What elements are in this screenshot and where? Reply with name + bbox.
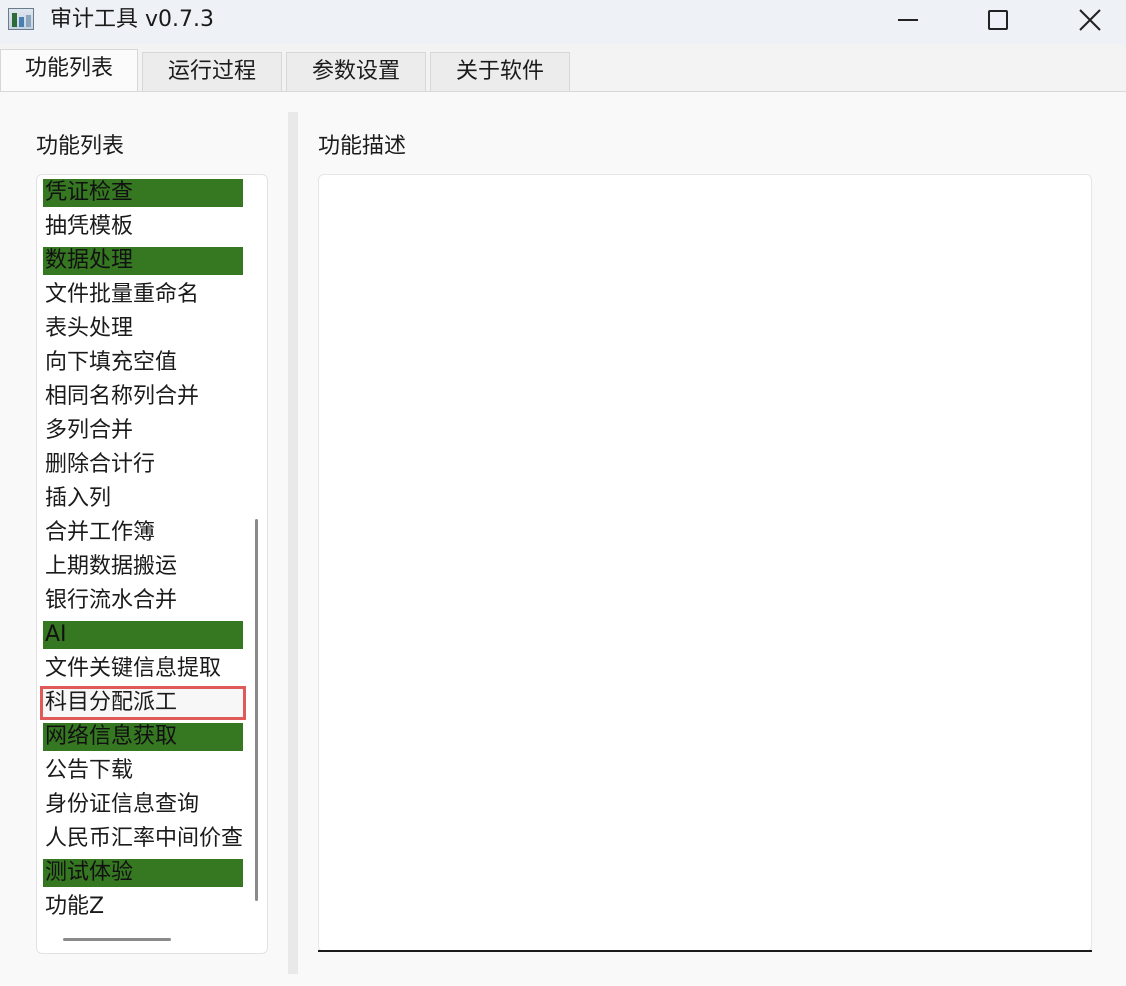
- list-item[interactable]: 科目分配派工: [40, 686, 246, 720]
- list-item[interactable]: 表头处理: [43, 315, 243, 343]
- function-description-box[interactable]: [318, 174, 1092, 952]
- close-button[interactable]: [1062, 0, 1118, 40]
- function-list-heading: 功能列表: [36, 134, 125, 159]
- minimize-icon: [898, 19, 918, 21]
- main-content: 功能列表 功能描述 凭证检查抽凭模板数据处理文件批量重命名 表头处理向下填充空值相…: [0, 92, 1126, 986]
- list-item[interactable]: 上期数据搬运: [43, 553, 243, 581]
- list-item[interactable]: 公告下载: [43, 757, 243, 785]
- minimize-button[interactable]: [880, 0, 936, 40]
- close-icon: [1079, 9, 1101, 31]
- list-item[interactable]: 文件关键信息提取: [43, 655, 243, 683]
- maximize-button[interactable]: [970, 0, 1026, 40]
- tab-about-software[interactable]: 关于软件: [430, 52, 570, 92]
- list-category-header[interactable]: 凭证检查: [43, 179, 243, 207]
- function-description-heading: 功能描述: [318, 134, 407, 159]
- list-item[interactable]: 银行流水合并: [43, 587, 243, 615]
- list-item[interactable]: 人民币汇率中间价查: [43, 825, 243, 853]
- list-item[interactable]: 身份证信息查询: [43, 791, 243, 819]
- window-title: 审计工具 v0.7.3: [50, 7, 214, 32]
- list-category-header[interactable]: 数据处理: [43, 247, 243, 275]
- tab-bar: 功能列表 运行过程 参数设置 关于软件: [0, 44, 1126, 92]
- list-item[interactable]: 删除合计行: [43, 451, 243, 479]
- maximize-icon: [988, 10, 1008, 30]
- app-window: 审计工具 v0.7.3 功能列表 运行过程 参数设置 关于软件 功能列表 功能描…: [0, 0, 1126, 986]
- list-category-header[interactable]: 网络信息获取: [43, 723, 243, 751]
- list-item[interactable]: 插入列: [43, 485, 243, 513]
- list-item[interactable]: 相同名称列合并: [43, 383, 243, 411]
- vertical-scrollbar[interactable]: [255, 519, 258, 901]
- tab-run-process[interactable]: 运行过程: [142, 52, 282, 92]
- list-item[interactable]: 向下填充空值: [43, 349, 243, 377]
- list-item[interactable]: 多列合并: [43, 417, 243, 445]
- list-item[interactable]: 功能Z: [43, 893, 243, 921]
- panel-splitter[interactable]: [288, 112, 298, 974]
- tab-function-list[interactable]: 功能列表: [0, 49, 138, 91]
- description-underline: [318, 950, 1092, 952]
- tab-parameter-settings[interactable]: 参数设置: [286, 52, 426, 92]
- list-item[interactable]: 合并工作簿: [43, 519, 243, 547]
- horizontal-scrollbar[interactable]: [63, 938, 171, 941]
- app-chart-icon: [8, 8, 34, 30]
- list-category-header[interactable]: AI: [43, 621, 243, 649]
- title-bar[interactable]: 审计工具 v0.7.3: [0, 0, 1126, 44]
- function-list[interactable]: 凭证检查抽凭模板数据处理文件批量重命名 表头处理向下填充空值 相同名称列合并 多列合并…: [36, 174, 268, 954]
- list-item[interactable]: 抽凭模板: [43, 213, 243, 241]
- list-category-header[interactable]: 测试体验: [43, 859, 243, 887]
- list-item[interactable]: 文件批量重命名: [43, 281, 243, 309]
